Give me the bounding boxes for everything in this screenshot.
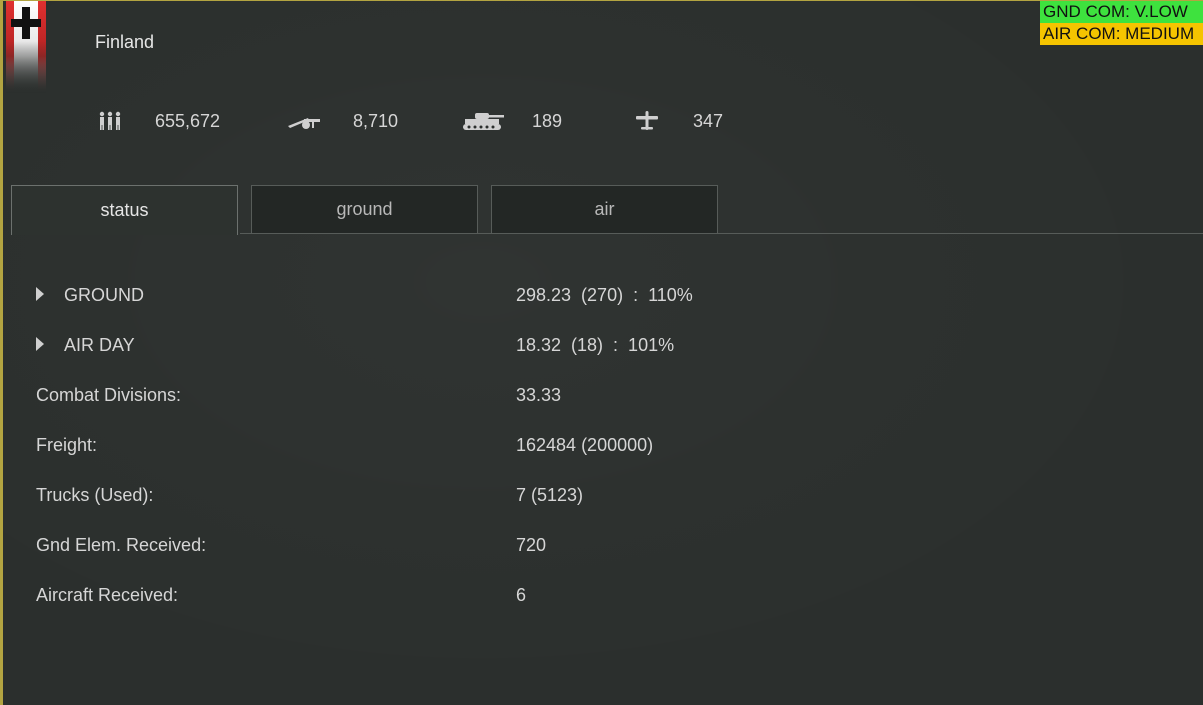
row-label: Combat Divisions: — [36, 385, 182, 405]
infantry-icon — [98, 105, 124, 137]
nation-status-panel: Finland GND COM: V.LOW AIR COM: MEDIUM 6… — [0, 0, 1203, 705]
expand-arrow-icon[interactable] — [36, 337, 44, 351]
row-value: 720 — [516, 535, 547, 555]
ground-elements-received-row: Gnd Elem. Received: 720 — [3, 521, 1203, 571]
force-summary: 655,672 8,710 189 347 — [3, 105, 803, 137]
row-label: Gnd Elem. Received: — [36, 535, 207, 555]
row-value: 7 (5123) — [516, 485, 584, 505]
row-label: GROUND — [64, 285, 144, 305]
command-badges: GND COM: V.LOW AIR COM: MEDIUM — [1040, 1, 1203, 45]
row-value: 298.23 (270) : 110% — [516, 285, 693, 305]
combat-divisions-row: Combat Divisions: 33.33 — [3, 371, 1203, 421]
row-value: 33.33 — [516, 385, 562, 405]
row-label: Trucks (Used): — [36, 485, 154, 505]
ground-command-badge: GND COM: V.LOW — [1040, 1, 1203, 23]
expand-arrow-icon[interactable] — [36, 287, 44, 301]
row-label: AIR DAY — [64, 335, 135, 355]
trucks-row: Trucks (Used): 7 (5123) — [3, 471, 1203, 521]
tab-divider — [240, 233, 1203, 234]
tank-count: 189 — [532, 111, 563, 131]
freight-row: Freight: 162484 (200000) — [3, 421, 1203, 471]
tank-icon — [461, 105, 505, 137]
air-day-row[interactable]: AIR DAY 18.32 (18) : 101% — [3, 321, 1203, 371]
ground-row[interactable]: GROUND 298.23 (270) : 110% — [3, 271, 1203, 321]
air-command-badge: AIR COM: MEDIUM — [1040, 23, 1203, 45]
aircraft-received-row: Aircraft Received: 6 — [3, 571, 1203, 621]
artillery-icon — [286, 105, 324, 137]
row-label: Freight: — [36, 435, 98, 455]
row-value: 6 — [516, 585, 527, 605]
artillery-count: 8,710 — [353, 111, 399, 131]
manpower-count: 655,672 — [155, 111, 221, 131]
aircraft-icon — [635, 105, 659, 137]
row-value: 162484 (200000) — [516, 435, 654, 455]
aircraft-count: 347 — [693, 111, 724, 131]
nation-name: Finland — [95, 32, 155, 52]
tab-air[interactable]: air — [491, 185, 718, 233]
tab-status[interactable]: status — [11, 185, 238, 235]
tab-ground[interactable]: ground — [251, 185, 478, 233]
row-label: Aircraft Received: — [36, 585, 179, 605]
nation-flag-emblem — [6, 1, 46, 93]
row-value: 18.32 (18) : 101% — [516, 335, 675, 355]
